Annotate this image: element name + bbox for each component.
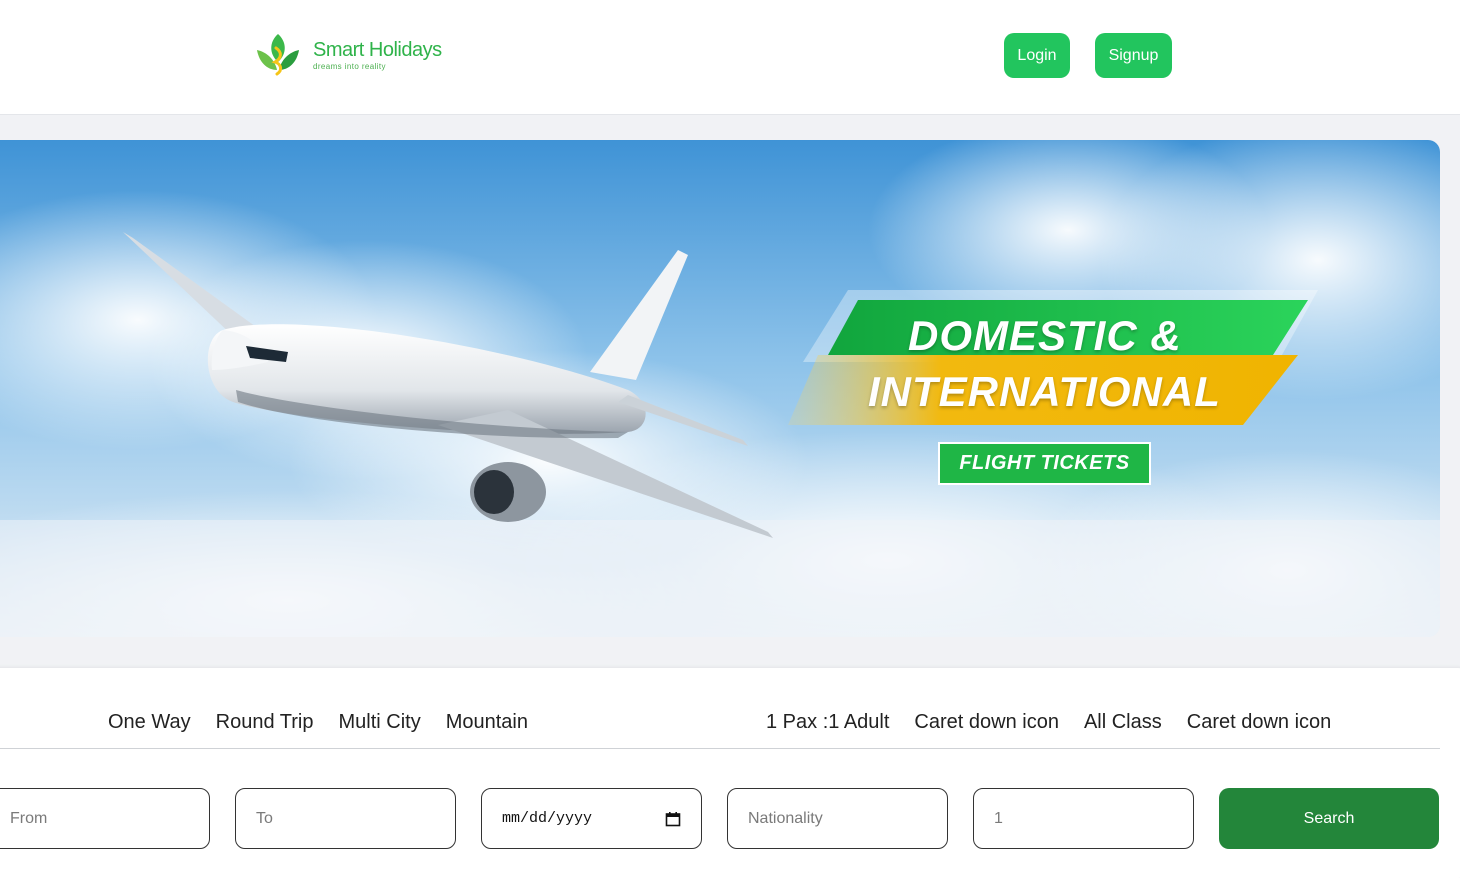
banner-artwork [0,140,1440,637]
date-input[interactable]: mm/dd/yyyy [481,788,702,849]
class-selector[interactable]: All Class [1084,711,1162,734]
leaf-logo-icon [257,34,299,76]
top-header: Smart Holidays dreams into reality Login… [0,0,1460,115]
tab-round-trip[interactable]: Round Trip [216,711,314,734]
signup-button[interactable]: Signup [1095,33,1172,78]
passenger-caret-label[interactable]: Caret down icon [914,711,1059,734]
trip-type-tabs: One Way Round Trip Multi City Mountain [108,711,528,734]
search-button[interactable]: Search [1219,788,1439,849]
class-caret-label[interactable]: Caret down icon [1187,711,1332,734]
brand-logo[interactable]: Smart Holidays dreams into reality [255,32,442,78]
panel-divider [0,748,1440,749]
login-button[interactable]: Login [1004,33,1070,78]
passenger-selector[interactable]: 1 Pax :1 Adult [766,711,889,734]
passenger-count-input[interactable] [973,788,1194,849]
logo-name: Smart Holidays [313,39,442,61]
tab-one-way[interactable]: One Way [108,711,191,734]
nationality-input[interactable] [727,788,948,849]
calendar-icon[interactable] [665,811,681,827]
logo-tagline: dreams into reality [313,62,386,71]
from-input[interactable] [0,788,210,849]
to-input[interactable] [235,788,456,849]
tab-mountain[interactable]: Mountain [446,711,528,734]
search-options: 1 Pax :1 Adult Caret down icon All Class… [766,711,1331,734]
date-placeholder: mm/dd/yyyy [502,810,593,827]
hero-banner: DOMESTIC & INTERNATIONAL FLIGHT TICKETS [0,140,1440,637]
tab-multi-city[interactable]: Multi City [338,711,420,734]
logo-text: Smart Holidays dreams into reality [313,39,442,71]
